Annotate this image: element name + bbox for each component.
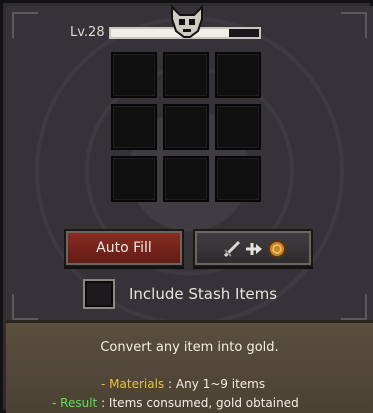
result-dash: - (52, 396, 57, 410)
frame-corner (12, 294, 38, 320)
item-slot[interactable] (111, 52, 157, 98)
result-label: Result (60, 396, 98, 410)
item-slot[interactable] (163, 156, 209, 202)
dagger-icon (223, 240, 241, 258)
item-slot[interactable] (215, 52, 261, 98)
item-slot[interactable] (163, 104, 209, 150)
result-line: - Result : Items consumed, gold obtained (52, 396, 299, 410)
result-value: : Items consumed, gold obtained (101, 396, 299, 410)
auto-fill-button[interactable]: Auto Fill (64, 229, 184, 267)
include-stash-checkbox[interactable] (83, 279, 115, 309)
item-slot[interactable] (111, 104, 157, 150)
materials-dash: - (101, 377, 106, 391)
player-level: Lv.28 (70, 25, 105, 40)
materials-label: Materials (109, 377, 165, 391)
item-slot[interactable] (163, 52, 209, 98)
gold-conversion-panel: Lv.28 Auto Fill Include Stash Items Conv… (0, 0, 373, 413)
description-headline: Convert any item into gold. (100, 340, 279, 355)
item-slot[interactable] (215, 156, 261, 202)
description-panel: Convert any item into gold. - Materials … (6, 320, 373, 413)
frame-corner (341, 294, 367, 320)
convert-to-gold-button[interactable] (193, 229, 313, 267)
frame-corner (341, 12, 367, 38)
auto-fill-label: Auto Fill (96, 240, 152, 256)
include-stash-label: Include Stash Items (129, 285, 278, 303)
frame-corner (12, 12, 38, 38)
materials-line: - Materials : Any 1~9 items (101, 377, 265, 391)
materials-value: : Any 1~9 items (168, 377, 266, 391)
item-slot[interactable] (215, 104, 261, 150)
item-slot-grid (111, 52, 262, 202)
skull-icon (171, 5, 203, 38)
arrow-right-icon (246, 243, 262, 255)
dagger-arrow-coin-icon (223, 240, 286, 258)
item-slot[interactable] (111, 156, 157, 202)
gold-coin-icon (268, 240, 286, 258)
